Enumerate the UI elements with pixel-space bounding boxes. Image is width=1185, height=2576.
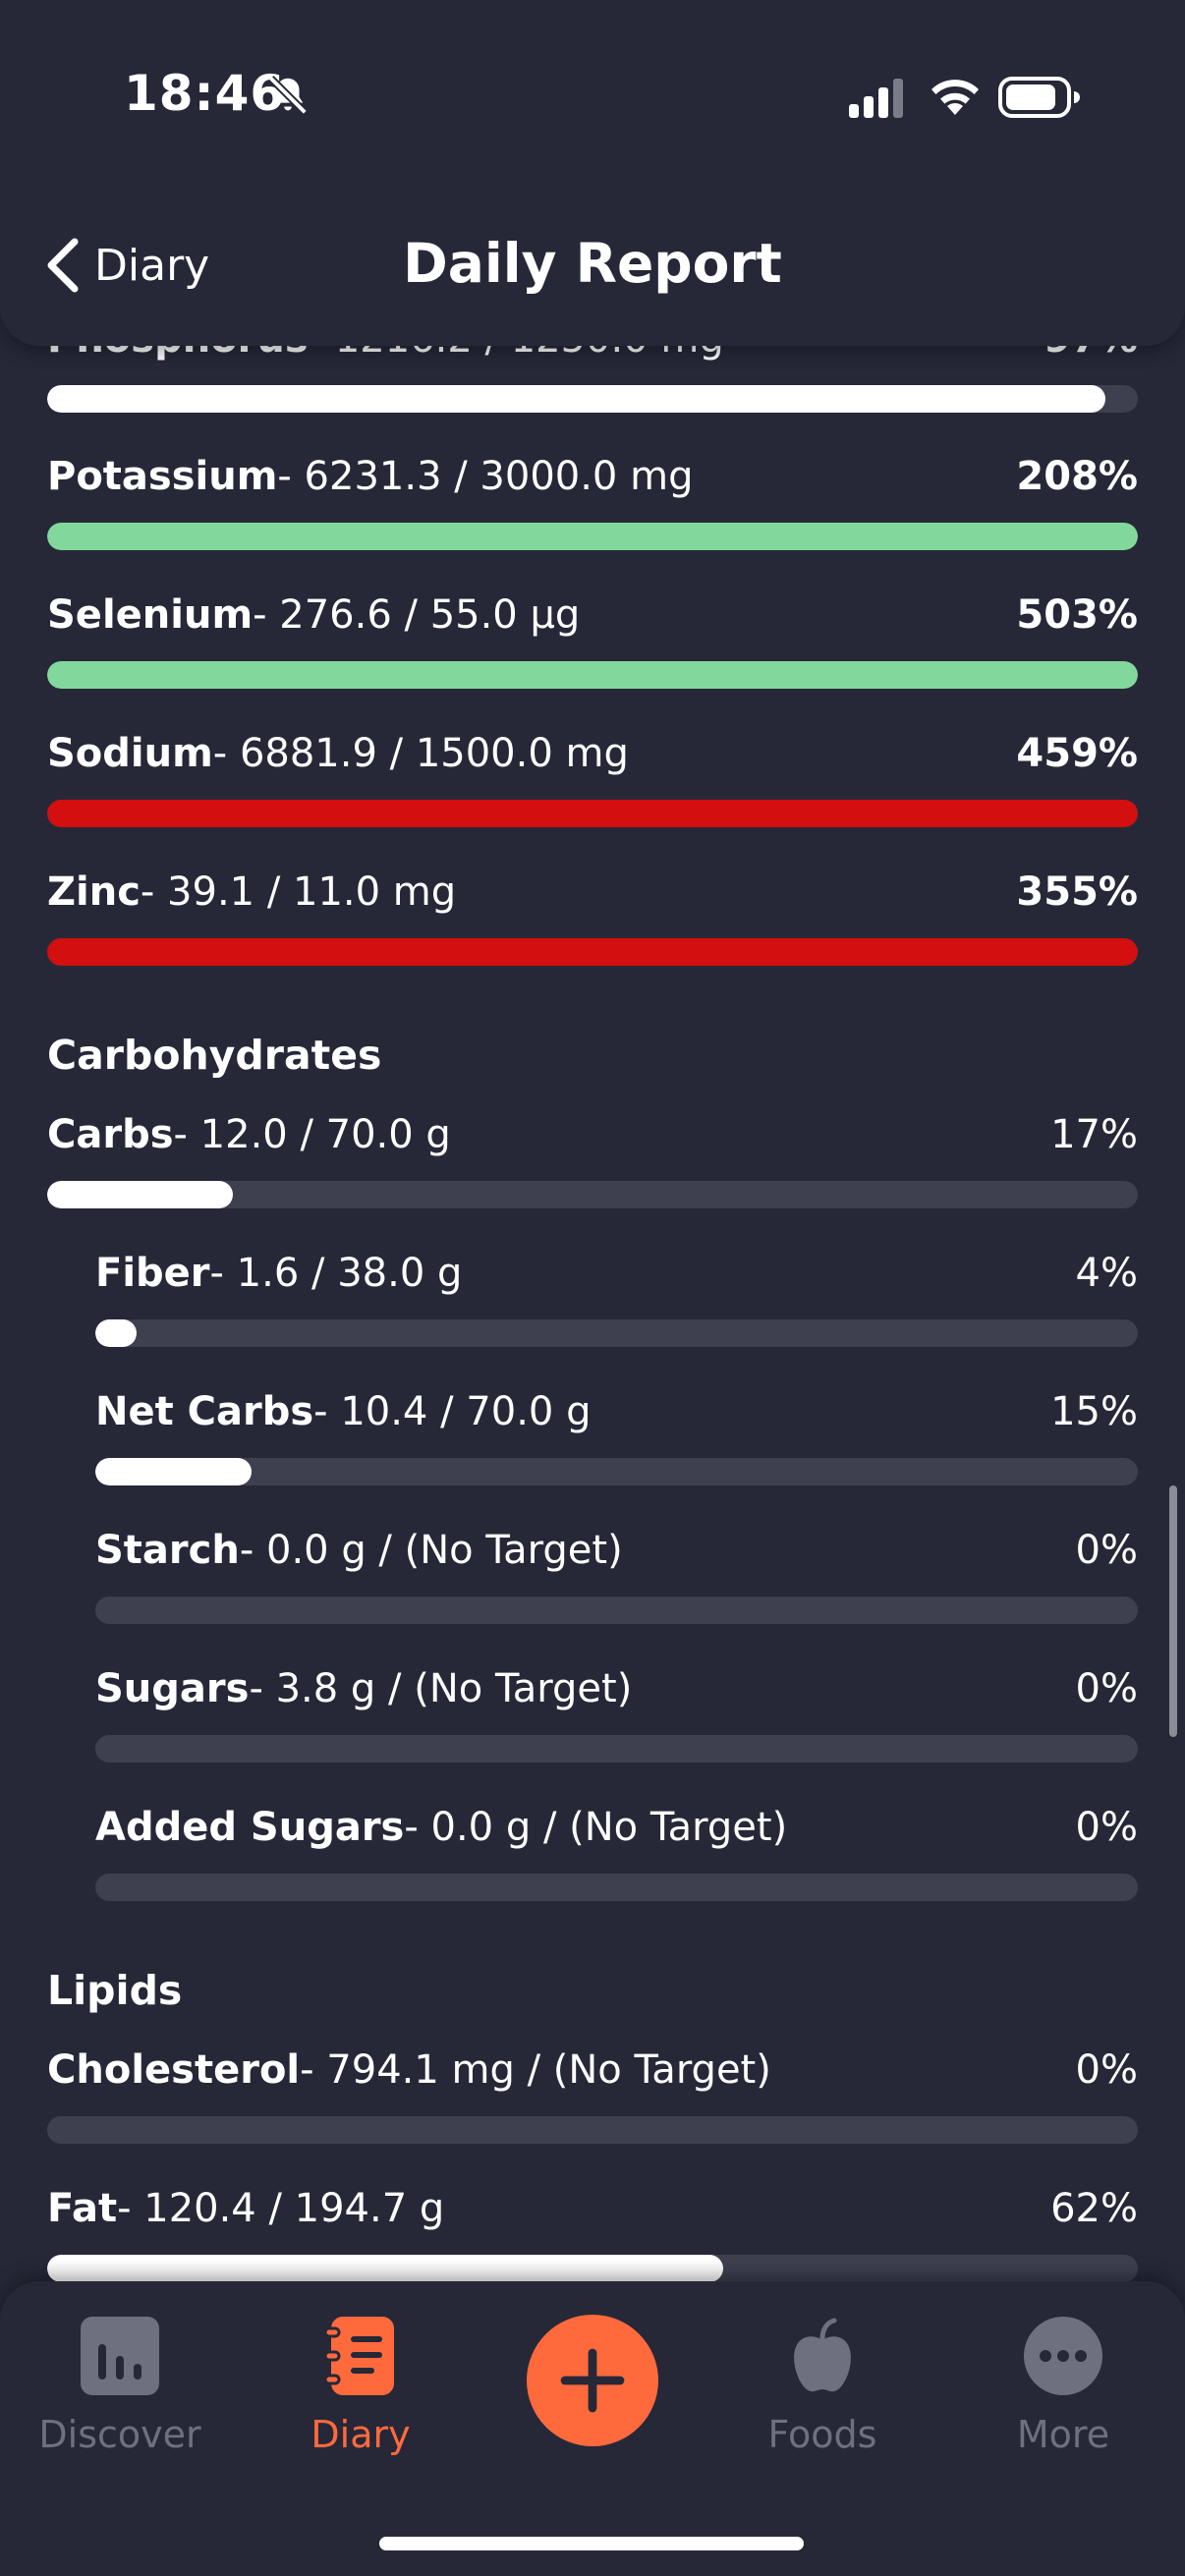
row-potassium: Potassium- 6231.3 / 3000.0 mg 208% (47, 454, 1138, 552)
nutrient-name: Net Carbs (95, 1389, 314, 1434)
section-title-carbohydrates: Carbohydrates (47, 1032, 382, 1079)
battery-icon (998, 77, 1080, 118)
nutrient-name: Zinc (47, 869, 141, 915)
nutrient-percent: 4% (1075, 1251, 1138, 1296)
nutrient-percent: 0% (1075, 1666, 1138, 1711)
tab-discover[interactable]: Discover (22, 2317, 218, 2456)
progress-fill (47, 938, 1138, 966)
row-carbs: Carbs- 12.0 / 70.0 g 17% (47, 1112, 1138, 1210)
tab-more[interactable]: More (965, 2317, 1161, 2456)
tab-diary[interactable]: Diary (262, 2317, 459, 2456)
home-indicator (379, 2537, 804, 2550)
progress-track (95, 1596, 1138, 1624)
nutrient-detail: - 0.0 g / (No Target) (404, 1805, 788, 1850)
nutrient-detail: - 10.4 / 70.0 g (313, 1389, 592, 1434)
nutrient-percent: 15% (1050, 1389, 1138, 1434)
nutrient-detail: - 12.0 / 70.0 g (173, 1112, 451, 1157)
progress-track (95, 1319, 1138, 1347)
progress-track (47, 661, 1138, 689)
progress-track (95, 1735, 1138, 1763)
tab-foods[interactable]: Foods (724, 2317, 921, 2456)
nutrient-detail: - 6881.9 / 1500.0 mg (212, 731, 629, 776)
progress-fill (47, 661, 1138, 689)
nutrient-percent: 208% (1016, 454, 1138, 499)
report-list[interactable]: Phosphorus- 1216.2 / 1250.0 mg 97% Potas… (0, 0, 1185, 2576)
nutrient-detail: - 39.1 / 11.0 mg (140, 869, 457, 915)
nutrient-detail: - 120.4 / 194.7 g (117, 2186, 445, 2231)
nutrient-name: Added Sugars (95, 1805, 405, 1850)
nutrient-detail: - 1.6 / 38.0 g (209, 1251, 463, 1296)
row-sodium: Sodium- 6881.9 / 1500.0 mg 459% (47, 731, 1138, 829)
status-bar: 18:46 (0, 0, 1185, 187)
nutrient-percent: 0% (1075, 2047, 1138, 2093)
nutrient-name: Sodium (47, 731, 213, 776)
row-net-carbs: Net Carbs- 10.4 / 70.0 g 15% (95, 1389, 1138, 1487)
nutrient-percent: 503% (1016, 592, 1138, 638)
nutrient-detail: - 794.1 mg / (No Target) (300, 2047, 771, 2093)
row-fiber: Fiber- 1.6 / 38.0 g 4% (95, 1251, 1138, 1349)
nutrient-percent: 62% (1050, 2186, 1138, 2231)
nutrient-name: Cholesterol (47, 2047, 301, 2093)
row-zinc: Zinc- 39.1 / 11.0 mg 355% (47, 869, 1138, 968)
tab-label: More (1016, 2413, 1110, 2456)
page-title: Daily Report (403, 232, 782, 295)
progress-fill (47, 2255, 724, 2282)
nutrient-name: Fat (47, 2186, 118, 2231)
progress-fill (47, 385, 1105, 413)
progress-fill (47, 1181, 233, 1208)
nutrient-name: Fiber (95, 1251, 210, 1296)
cellular-signal-icon (849, 79, 903, 118)
nutrient-name: Starch (95, 1528, 240, 1573)
nutrient-name: Selenium (47, 592, 254, 638)
progress-fill (47, 800, 1138, 827)
nutrient-detail: - 0.0 g / (No Target) (239, 1528, 623, 1573)
progress-track (47, 385, 1138, 413)
row-added-sugars: Added Sugars- 0.0 g / (No Target) 0% (95, 1805, 1138, 1903)
wifi-icon (931, 80, 979, 115)
chart-bars-icon (81, 2317, 159, 2395)
progress-track (95, 1458, 1138, 1485)
bell-slash-icon (268, 76, 308, 115)
nutrient-detail: - 6231.3 / 3000.0 mg (277, 454, 694, 499)
more-dots-icon (1024, 2317, 1102, 2395)
row-cholesterol: Cholesterol- 794.1 mg / (No Target) 0% (47, 2047, 1138, 2146)
status-time: 18:46 (124, 65, 286, 122)
progress-track (47, 938, 1138, 966)
notebook-icon (323, 2317, 394, 2395)
nutrient-detail: - 276.6 / 55.0 μg (253, 592, 581, 638)
nutrient-name: Carbs (47, 1112, 174, 1157)
progress-fill (47, 523, 1138, 550)
nutrient-detail: - 3.8 g / (No Target) (249, 1666, 633, 1711)
row-sugars: Sugars- 3.8 g / (No Target) 0% (95, 1666, 1138, 1764)
section-title-lipids: Lipids (47, 1967, 183, 2014)
nutrient-percent: 459% (1016, 731, 1138, 776)
progress-track (95, 1874, 1138, 1901)
nutrient-name: Potassium (47, 454, 278, 499)
nutrient-percent: 17% (1050, 1112, 1138, 1157)
progress-fill (95, 1458, 253, 1485)
row-selenium: Selenium- 276.6 / 55.0 μg 503% (47, 592, 1138, 691)
nutrient-percent: 0% (1075, 1805, 1138, 1850)
tab-label: Foods (767, 2413, 877, 2456)
progress-track (47, 2255, 1138, 2282)
progress-track (47, 2116, 1138, 2144)
nutrient-name: Sugars (95, 1666, 250, 1711)
tab-label: Diary (310, 2413, 411, 2456)
tab-bar: Discover Diary Foods More (0, 2281, 1185, 2576)
nav-header: 18:46 Diary Daily Report (0, 0, 1185, 346)
progress-fill (95, 1319, 138, 1347)
apple-icon (794, 2318, 851, 2392)
add-button[interactable] (527, 2315, 658, 2446)
row-starch: Starch- 0.0 g / (No Target) 0% (95, 1528, 1138, 1626)
plus-icon (560, 2348, 625, 2413)
tab-label: Discover (38, 2413, 201, 2456)
progress-track (47, 1181, 1138, 1208)
progress-track (47, 800, 1138, 827)
row-fat: Fat- 120.4 / 194.7 g 62% (47, 2186, 1138, 2284)
scrollbar[interactable] (1169, 1485, 1177, 1737)
nutrient-percent: 0% (1075, 1528, 1138, 1573)
progress-track (47, 523, 1138, 550)
nutrient-percent: 355% (1016, 869, 1138, 915)
